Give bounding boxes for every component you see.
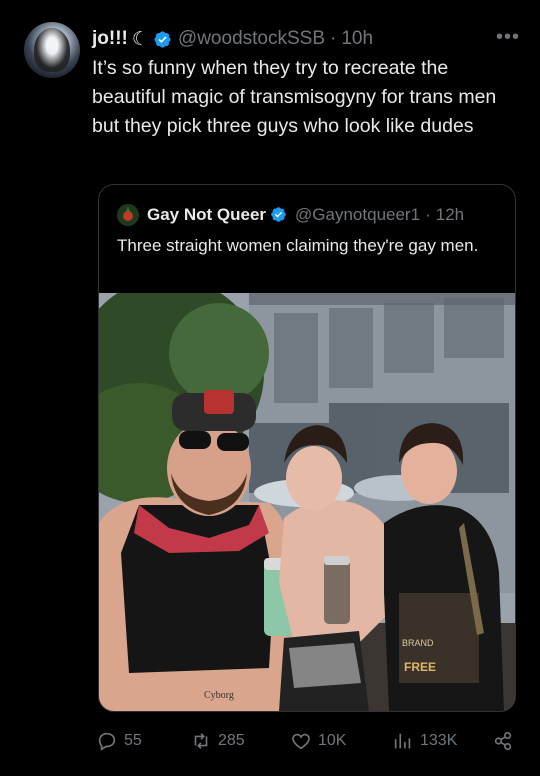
- share-icon: [494, 731, 512, 751]
- quoted-tweet[interactable]: Gay Not Queer @Gaynotqueer1 · 12h Three …: [98, 184, 516, 712]
- tweet-text: It’s so funny when they try to recreate …: [92, 57, 497, 137]
- reply-count: 55: [124, 732, 142, 749]
- tattoo-text: Cyborg: [204, 690, 234, 701]
- share-button[interactable]: [492, 730, 520, 752]
- heart-icon: [292, 733, 310, 750]
- more-options-icon[interactable]: •••: [496, 26, 520, 49]
- photo-illustration: Cyborg BRAND FREE: [99, 293, 515, 711]
- shirt-text-2: FREE: [404, 660, 436, 674]
- repost-icon: [194, 733, 208, 749]
- like-count: 10K: [318, 732, 347, 749]
- repost-count: 285: [218, 732, 245, 749]
- views-count: 133K: [420, 732, 458, 749]
- author-name[interactable]: jo!!!: [92, 28, 128, 50]
- quote-header: Gay Not Queer @Gaynotqueer1 · 12h: [117, 203, 464, 227]
- tweet-header: jo!!! ☾ @woodstockSSB · 10h •••: [92, 26, 520, 52]
- quote-author-name[interactable]: Gay Not Queer: [147, 205, 266, 225]
- action-bar: 55 285 10K 133K: [0, 730, 540, 760]
- shirt-text-1: BRAND: [402, 638, 434, 648]
- moon-symbol: ☾: [131, 28, 149, 50]
- quote-photo[interactable]: Cyborg BRAND FREE: [99, 293, 515, 711]
- quote-time[interactable]: 12h: [436, 205, 464, 225]
- author-avatar[interactable]: [24, 22, 80, 78]
- views-button[interactable]: 133K: [392, 730, 457, 752]
- quote-author-handle[interactable]: @Gaynotqueer1: [295, 205, 420, 225]
- author-handle[interactable]: @woodstockSSB: [178, 28, 325, 50]
- quote-separator-dot: ·: [425, 205, 431, 224]
- repost-button[interactable]: 285: [190, 730, 245, 752]
- quote-verified-badge-icon: [270, 206, 289, 225]
- quote-author-avatar[interactable]: [117, 204, 139, 226]
- views-chart-icon: [394, 733, 411, 749]
- verified-badge-icon: [153, 30, 172, 49]
- separator-dot: ·: [330, 28, 337, 49]
- quote-text: Three straight women claiming they're ga…: [117, 236, 479, 255]
- tweet-time[interactable]: 10h: [341, 28, 373, 50]
- like-button[interactable]: 10K: [290, 730, 346, 752]
- reply-icon: [98, 732, 116, 751]
- reply-button[interactable]: 55: [96, 730, 142, 752]
